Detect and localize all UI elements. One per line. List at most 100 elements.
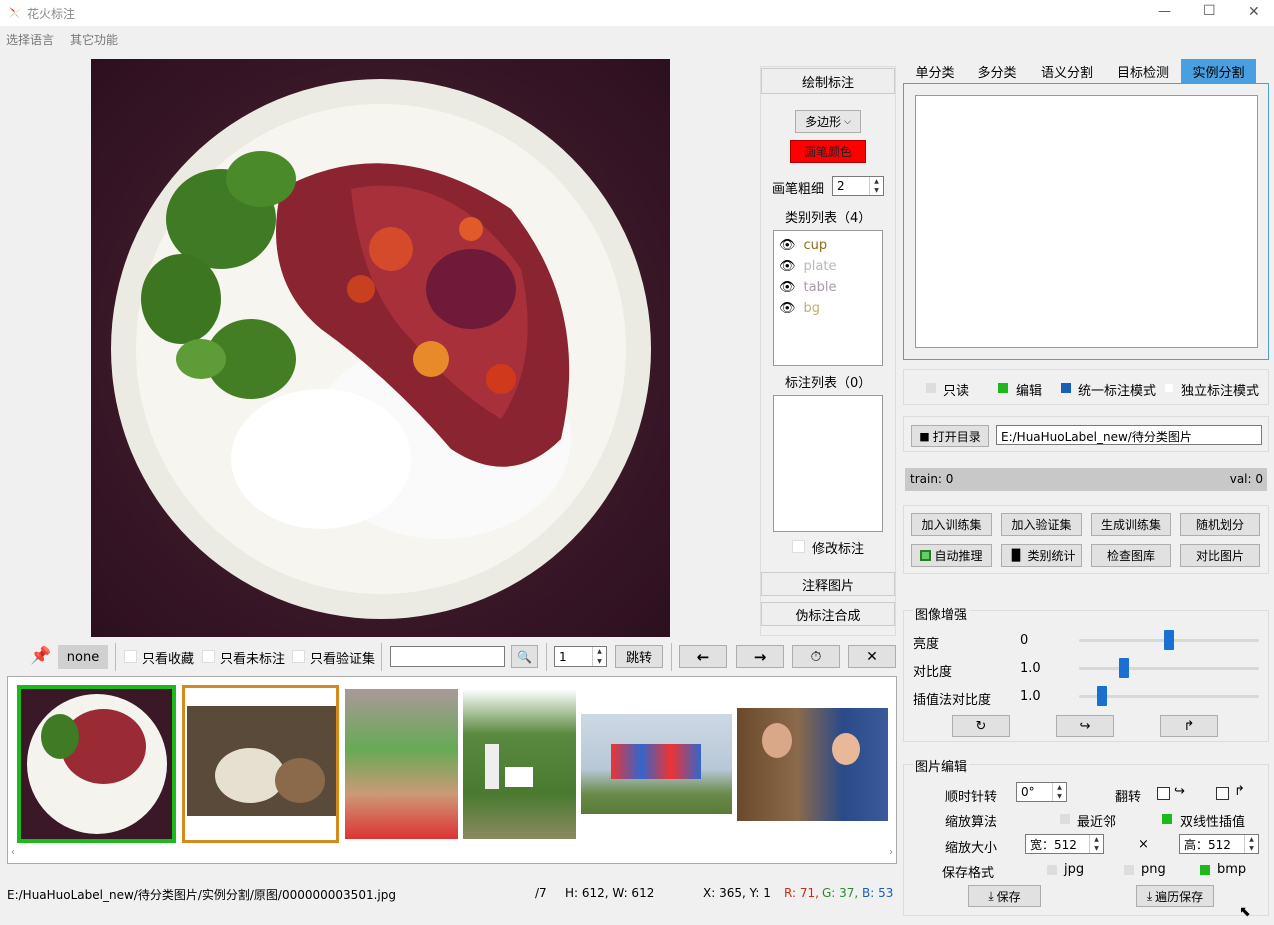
eye-icon[interactable]: 👁 bbox=[779, 259, 796, 274]
menu-other[interactable]: 其它功能 bbox=[70, 31, 118, 48]
flip-h-checkbox[interactable] bbox=[1157, 787, 1170, 800]
close-window-button[interactable]: ✕ bbox=[1248, 4, 1260, 20]
spin-up-icon[interactable]: ▲ bbox=[1090, 835, 1103, 844]
readonly-indicator[interactable] bbox=[926, 383, 936, 393]
directory-path-field[interactable]: E:/HuaHuoLabel_new/待分类图片 bbox=[996, 425, 1262, 445]
spin-up-icon[interactable]: ▲ bbox=[593, 647, 606, 657]
annotate-image-button[interactable]: 注释图片 bbox=[761, 572, 895, 596]
flip-h-button[interactable]: ↪ bbox=[1056, 715, 1114, 737]
spin-up-icon[interactable]: ▲ bbox=[1245, 835, 1258, 844]
maximize-button[interactable]: ☐ bbox=[1203, 3, 1216, 19]
search-button[interactable]: 🔍 bbox=[511, 645, 538, 668]
class-name: cup bbox=[803, 238, 828, 253]
thumbnail-item[interactable] bbox=[182, 685, 339, 843]
auto-infer-button[interactable]: 自动推理 bbox=[911, 544, 992, 567]
spin-down-icon[interactable]: ▼ bbox=[1090, 844, 1103, 853]
fav-checkbox[interactable] bbox=[124, 650, 137, 663]
save-all-button[interactable]: ⤓ 遍历保存 bbox=[1136, 885, 1214, 907]
add-train-button[interactable]: 加入训练集 bbox=[911, 513, 992, 536]
minimize-button[interactable]: — bbox=[1158, 4, 1171, 19]
image-canvas[interactable] bbox=[91, 59, 670, 637]
tab-semantic-seg[interactable]: 语义分割 bbox=[1033, 59, 1101, 83]
spin-down-icon[interactable]: ▼ bbox=[1245, 844, 1258, 853]
scroll-right-icon[interactable]: › bbox=[889, 847, 893, 858]
menu-language[interactable]: 选择语言 bbox=[6, 31, 54, 48]
interp-contrast-slider-thumb[interactable] bbox=[1097, 686, 1108, 706]
shape-select[interactable]: 多边形 ⌵ bbox=[795, 110, 861, 133]
filter-none-button[interactable]: none bbox=[58, 645, 108, 669]
scroll-left-icon[interactable]: ‹ bbox=[11, 847, 15, 858]
close-image-button[interactable]: ✕ bbox=[848, 645, 896, 668]
bilinear-indicator[interactable] bbox=[1162, 814, 1172, 824]
pin-icon[interactable]: 📌 bbox=[30, 646, 51, 666]
spin-up-icon[interactable]: ▲ bbox=[870, 177, 883, 186]
tab-object-detection[interactable]: 目标检测 bbox=[1108, 59, 1178, 83]
flip-v-checkbox[interactable] bbox=[1216, 787, 1229, 800]
eye-icon[interactable]: 👁 bbox=[779, 280, 796, 295]
class-item[interactable]: 👁 cup bbox=[774, 235, 882, 256]
generate-train-button[interactable]: 生成训练集 bbox=[1091, 513, 1171, 536]
tab-single-class[interactable]: 单分类 bbox=[905, 59, 965, 83]
jpg-indicator[interactable] bbox=[1047, 865, 1057, 875]
thumbnail-strip[interactable]: ‹ › bbox=[7, 676, 897, 864]
draw-annotation-button[interactable]: 绘制标注 bbox=[761, 68, 895, 94]
pen-color-button[interactable]: 画笔颜色 bbox=[790, 140, 866, 163]
timer-button[interactable]: ⏱ bbox=[792, 645, 840, 668]
thumbnail-item[interactable] bbox=[345, 689, 458, 839]
menu-bar: 选择语言 其它功能 bbox=[0, 28, 300, 48]
class-list[interactable]: 👁 cup 👁 plate 👁 table 👁 bg bbox=[773, 230, 883, 366]
width-spinner[interactable]: 宽：512 ▲ ▼ bbox=[1025, 834, 1104, 854]
spin-down-icon[interactable]: ▼ bbox=[593, 657, 606, 667]
contrast-slider-thumb[interactable] bbox=[1119, 658, 1129, 678]
spin-up-icon[interactable]: ▲ bbox=[1053, 783, 1066, 792]
rotate-cw-button[interactable]: ↻ bbox=[952, 715, 1010, 737]
search-input[interactable] bbox=[390, 646, 505, 667]
toolbar-divider bbox=[381, 643, 382, 671]
unlabeled-checkbox[interactable] bbox=[202, 650, 215, 663]
pen-width-spinner[interactable]: 2 ▲ ▼ bbox=[832, 176, 884, 196]
random-split-button[interactable]: 随机划分 bbox=[1180, 513, 1260, 536]
eye-icon[interactable]: 👁 bbox=[779, 238, 796, 253]
jump-button[interactable]: 跳转 bbox=[615, 645, 663, 668]
spin-down-icon[interactable]: ▼ bbox=[870, 186, 883, 195]
brightness-slider-thumb[interactable] bbox=[1164, 630, 1174, 650]
bmp-indicator[interactable] bbox=[1200, 865, 1210, 875]
contrast-slider[interactable] bbox=[1079, 667, 1259, 670]
tab-instance-seg[interactable]: 实例分割 bbox=[1181, 59, 1256, 83]
check-library-button[interactable]: 检查图库 bbox=[1091, 544, 1171, 567]
png-label: png bbox=[1141, 862, 1166, 877]
open-directory-button[interactable]: ■ 打开目录 bbox=[911, 425, 989, 447]
thumbnail-item[interactable] bbox=[581, 714, 732, 814]
next-button[interactable]: → bbox=[736, 645, 784, 668]
thumbnail-item[interactable] bbox=[463, 689, 576, 839]
food-bowl-image bbox=[111, 79, 651, 619]
class-item[interactable]: 👁 table bbox=[774, 277, 882, 298]
prev-button[interactable]: ← bbox=[679, 645, 727, 668]
nearest-indicator[interactable] bbox=[1060, 814, 1070, 824]
status-blue: B: 53 bbox=[862, 886, 894, 900]
edit-indicator[interactable] bbox=[998, 383, 1008, 393]
thumbnail-item[interactable] bbox=[737, 708, 888, 821]
thumbnail-item[interactable] bbox=[17, 685, 176, 843]
height-spinner[interactable]: 高：512 ▲ ▼ bbox=[1179, 834, 1259, 854]
modify-annotation-checkbox[interactable] bbox=[792, 540, 805, 553]
tab-multi-class[interactable]: 多分类 bbox=[967, 59, 1027, 83]
spin-down-icon[interactable]: ▼ bbox=[1053, 792, 1066, 801]
class-stats-button[interactable]: ▐▌ 类别统计 bbox=[1001, 544, 1082, 567]
add-val-button[interactable]: 加入验证集 bbox=[1001, 513, 1082, 536]
pseudo-label-button[interactable]: 伪标注合成 bbox=[761, 602, 895, 626]
val-only-checkbox[interactable] bbox=[292, 650, 305, 663]
png-indicator[interactable] bbox=[1124, 865, 1134, 875]
page-spinner[interactable]: 1 ▲ ▼ bbox=[554, 646, 607, 667]
class-item[interactable]: 👁 bg bbox=[774, 298, 882, 319]
compare-images-button[interactable]: 对比图片 bbox=[1180, 544, 1260, 567]
eye-icon[interactable]: 👁 bbox=[779, 301, 796, 316]
save-button[interactable]: ⤓ 保存 bbox=[968, 885, 1041, 907]
annotation-list[interactable] bbox=[773, 395, 883, 532]
rotate-spinner[interactable]: 0° ▲ ▼ bbox=[1016, 782, 1067, 802]
class-item[interactable]: 👁 plate bbox=[774, 256, 882, 277]
window-title: 花火标注 bbox=[27, 7, 76, 21]
unified-mode-indicator[interactable] bbox=[1061, 383, 1071, 393]
flip-v-button[interactable]: ↱ bbox=[1160, 715, 1218, 737]
independent-mode-indicator[interactable] bbox=[1164, 383, 1174, 393]
